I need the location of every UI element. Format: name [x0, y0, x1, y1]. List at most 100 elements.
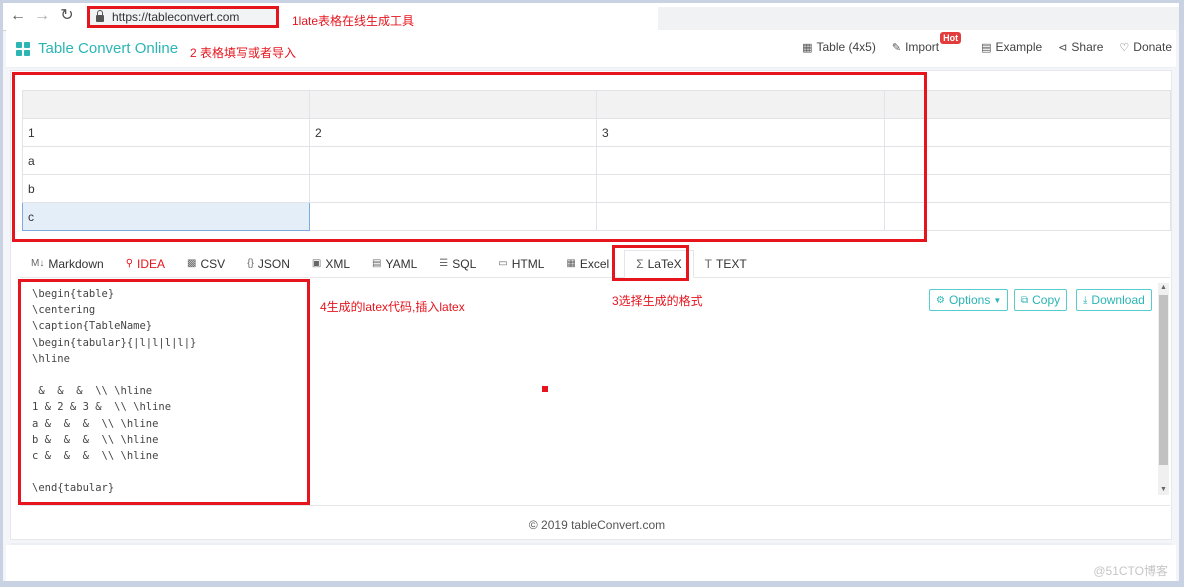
menu-label: Donate: [1133, 40, 1172, 54]
arrow-right-icon[interactable]: →: [33, 7, 51, 25]
address-bar[interactable]: https://tableconvert.com: [87, 6, 279, 28]
menu-example[interactable]: ▤ Example: [981, 40, 1042, 54]
url-text: https://tableconvert.com: [112, 10, 240, 24]
table-cell[interactable]: [884, 118, 1171, 147]
copy-button[interactable]: ⧉ Copy: [1014, 289, 1068, 311]
menu-share[interactable]: ⊲ Share: [1058, 40, 1103, 54]
copy-icon: ⧉: [1021, 294, 1029, 306]
tab-json[interactable]: {} JSON: [236, 250, 301, 278]
table-row: b: [22, 174, 1171, 203]
output-scrollbar[interactable]: ▲ ▼: [1158, 283, 1169, 495]
table-cell[interactable]: [884, 174, 1171, 203]
menu-label: Example: [995, 40, 1043, 54]
table-row: c: [22, 202, 1171, 231]
tab-label: TEXT: [715, 256, 747, 271]
menu-table-size[interactable]: ▦ Table (4x5): [802, 40, 876, 54]
tab-label: HTML: [511, 256, 545, 271]
browser-toolbar: ← → ↻ https://tableconvert.com: [3, 3, 1179, 31]
json-braces-icon: {}: [247, 258, 254, 269]
header-cell[interactable]: [22, 90, 310, 119]
menu-label: Import: [905, 40, 940, 54]
text-t-icon: T: [704, 256, 712, 271]
options-label: Options: [948, 293, 991, 307]
database-icon: ☰: [439, 258, 449, 269]
menu-import[interactable]: ✎ Import Hot: [891, 32, 962, 54]
header-cell[interactable]: [309, 90, 597, 119]
scroll-thumb[interactable]: [1159, 295, 1168, 465]
toolbar-blank-area: [658, 7, 1179, 31]
header-menu: ▦ Table (4x5) ✎ Import Hot ▤ Example ⊲ S…: [786, 32, 1176, 54]
tab-label: YAML: [385, 256, 418, 271]
tab-yaml[interactable]: ▤ YAML: [361, 250, 428, 278]
table-cell[interactable]: [309, 146, 597, 175]
lock-icon: [96, 9, 104, 22]
hot-badge: Hot: [940, 32, 962, 44]
reload-icon[interactable]: ↻: [58, 7, 76, 25]
table-cell[interactable]: [884, 202, 1171, 231]
tab-markdown[interactable]: M↓ Markdown: [20, 250, 115, 278]
annotation-step4: 4生成的latex代码,插入latex: [320, 300, 465, 314]
table-cell[interactable]: [596, 146, 885, 175]
table-cell[interactable]: b: [22, 174, 310, 203]
table-cell[interactable]: 2: [309, 118, 597, 147]
table-cell[interactable]: 3: [596, 118, 885, 147]
table-cell[interactable]: [596, 174, 885, 203]
tab-label: SQL: [452, 256, 477, 271]
header-cell[interactable]: [596, 90, 885, 119]
menu-label: Share: [1071, 40, 1104, 54]
grid-logo-icon: [16, 41, 30, 56]
annotation-marker: [542, 386, 548, 392]
tab-label: LaTeX: [647, 256, 682, 271]
table-cell[interactable]: [309, 202, 597, 231]
table-cell[interactable]: [884, 146, 1171, 175]
share-icon: ⊲: [1058, 41, 1068, 54]
tab-excel[interactable]: ▦ Excel: [555, 250, 620, 278]
menu-label: Table (4x5): [816, 40, 876, 54]
sigma-icon: Σ: [636, 256, 644, 271]
table-editor: 1 2 3 a b c: [22, 90, 1171, 231]
xml-icon: ▣: [311, 258, 322, 269]
brand-logo-link[interactable]: Table Convert Online: [16, 40, 178, 57]
site-header: Table Convert Online ▦ Table (4x5) ✎ Imp…: [6, 30, 1176, 68]
page-bottom: @51CTO博客: [6, 545, 1176, 581]
annotation-step1: 1late表格在线生成工具: [292, 14, 415, 28]
window-edge: [1180, 0, 1184, 587]
lightbulb-icon: ⚲: [125, 258, 134, 269]
tab-label: JSON: [257, 256, 290, 271]
gear-icon: ⚙: [936, 294, 945, 306]
tab-csv[interactable]: ▩ CSV: [176, 250, 236, 278]
tab-label: XML: [325, 256, 351, 271]
arrow-left-icon[interactable]: ←: [9, 7, 27, 25]
table-cell[interactable]: a: [22, 146, 310, 175]
tab-label: Markdown: [48, 256, 104, 271]
table-cell-active[interactable]: c: [22, 202, 310, 231]
format-tabs: M↓ Markdown ⚲ IDEA ▩ CSV {} JSON ▣ XML ▤ YAML …: [20, 249, 1170, 278]
scroll-up-icon[interactable]: ▲: [1158, 283, 1169, 293]
import-edit-icon: ✎: [891, 41, 902, 54]
heart-icon: ♡: [1119, 41, 1130, 54]
download-label: Download: [1091, 293, 1145, 307]
menu-donate[interactable]: ♡ Donate: [1119, 40, 1172, 54]
options-button[interactable]: ⚙ Options ▼: [929, 289, 1009, 311]
example-icon: ▤: [981, 41, 992, 54]
tab-latex[interactable]: Σ LaTeX: [624, 249, 694, 278]
header-cell[interactable]: [884, 90, 1171, 119]
table-cell[interactable]: [596, 202, 885, 231]
caret-down-icon: ▼: [993, 295, 1002, 305]
latex-output-code[interactable]: \begin{table} \centering \caption{TableN…: [32, 286, 196, 497]
download-icon: ⤓: [1083, 294, 1088, 306]
table-cell[interactable]: 1: [22, 118, 310, 147]
tab-idea[interactable]: ⚲ IDEA: [115, 250, 176, 278]
yaml-icon: ▤: [372, 258, 382, 269]
table-cell[interactable]: [309, 174, 597, 203]
tab-label: Excel: [579, 256, 610, 271]
download-button[interactable]: ⤓ Download: [1076, 289, 1152, 311]
table-row: 1 2 3: [22, 118, 1171, 147]
tab-xml[interactable]: ▣ XML: [301, 250, 361, 278]
csv-icon: ▩: [187, 258, 197, 269]
tab-sql[interactable]: ☰ SQL: [428, 250, 487, 278]
tab-html[interactable]: ▭ HTML: [487, 250, 555, 278]
scroll-down-icon[interactable]: ▼: [1158, 485, 1169, 495]
annotation-step2: 2 表格填写或者导入: [190, 46, 297, 60]
tab-text[interactable]: T TEXT: [694, 250, 758, 278]
